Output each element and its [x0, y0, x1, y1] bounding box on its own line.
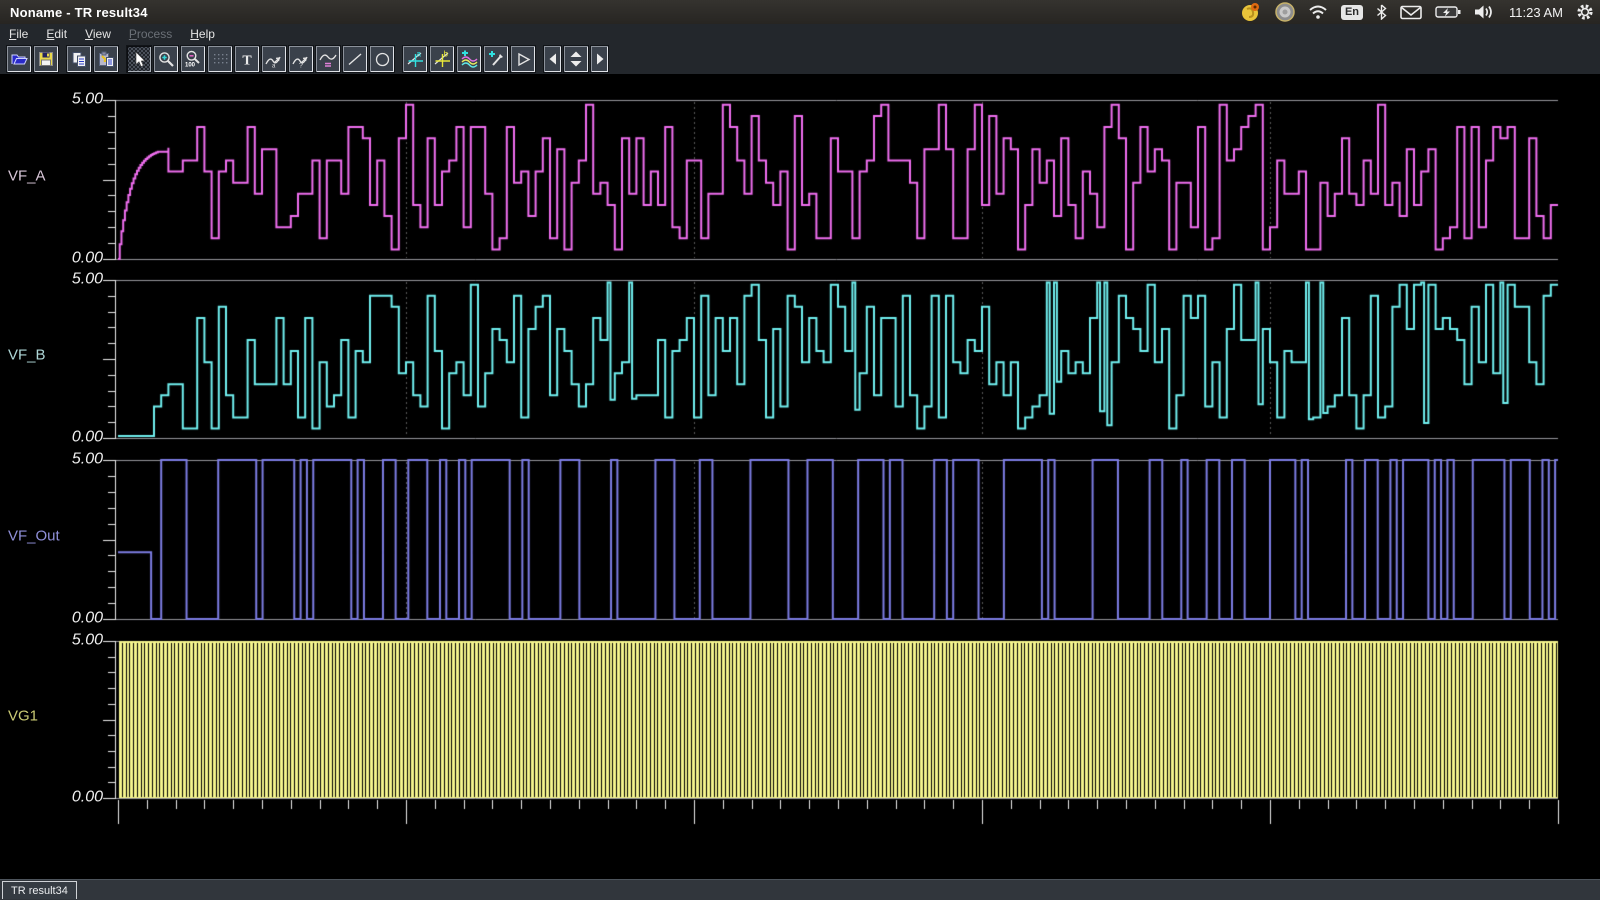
keyboard-layout-indicator[interactable]: En: [1341, 5, 1363, 20]
curve-equals-button[interactable]: [315, 45, 341, 73]
trace-label-vg1: VG1: [8, 707, 38, 724]
save-button[interactable]: [33, 45, 59, 73]
battery-icon[interactable]: [1435, 2, 1461, 22]
ellipse-tool-button[interactable]: [369, 45, 395, 73]
mail-icon[interactable]: [1400, 2, 1422, 22]
session-gear-icon[interactable]: [1576, 2, 1594, 22]
copy-button[interactable]: [66, 45, 92, 73]
trace-label-vf_out: VF_Out: [8, 527, 60, 544]
svg-text:?: ?: [299, 62, 303, 68]
curve-query-button[interactable]: ?: [288, 45, 314, 73]
bluetooth-icon[interactable]: [1376, 2, 1387, 22]
open-button[interactable]: [6, 45, 32, 73]
menu-view[interactable]: View: [76, 25, 120, 43]
y-tick-label: 0.00: [39, 610, 103, 628]
window-title: Noname - TR result34: [10, 5, 148, 20]
y-tick-label: 5.00: [39, 91, 103, 109]
plot-area: VF_A 5.00 0.00 VF_B 5.00 0.00 VF_Out 5.00 0.00 VG…: [0, 74, 1600, 879]
y-tick-label: 0.00: [39, 250, 103, 268]
result-tab[interactable]: TR result34: [2, 881, 77, 899]
nav-left-button[interactable]: [543, 45, 562, 73]
y-tick-label: 5.00: [39, 451, 103, 469]
text-tool-button[interactable]: T: [234, 45, 260, 73]
tray-clock[interactable]: 11:23 AM: [1509, 5, 1563, 20]
zoom-in-button[interactable]: [153, 45, 179, 73]
app-window: Noname - TR result34 En: [0, 0, 1600, 900]
title-bar[interactable]: Noname - TR result34 En: [0, 0, 1600, 25]
nav-spin-button[interactable]: [563, 45, 589, 73]
toolbar: 100 T a: [0, 44, 1600, 75]
probe-plus-button[interactable]: [483, 45, 509, 73]
svg-text:T: T: [242, 53, 252, 68]
menu-file[interactable]: File: [0, 25, 37, 43]
line-tool-button[interactable]: [342, 45, 368, 73]
status-bar: TR result34: [0, 879, 1600, 900]
app-silver-icon[interactable]: [1275, 2, 1295, 22]
paste-button[interactable]: [93, 45, 119, 73]
svg-text:a: a: [416, 50, 421, 59]
menu-process: Process: [120, 25, 181, 43]
select-cursor-button[interactable]: [126, 45, 152, 73]
cursor-b-button[interactable]: b: [429, 45, 455, 73]
y-tick-label: 5.00: [39, 271, 103, 289]
volume-icon[interactable]: [1474, 2, 1496, 22]
trace-label-vf_a: VF_A: [8, 167, 46, 184]
y-tick-label: 0.00: [39, 429, 103, 447]
cursor-a-button[interactable]: a: [402, 45, 428, 73]
curve-arrow-button[interactable]: a: [261, 45, 287, 73]
waveform-plot-canvas[interactable]: [0, 74, 1600, 879]
add-curves-button[interactable]: [456, 45, 482, 73]
menu-bar: FileEditViewProcessHelp: [0, 24, 1600, 45]
y-tick-label: 0.00: [39, 789, 103, 807]
menu-help[interactable]: Help: [181, 25, 224, 43]
trace-label-vf_b: VF_B: [8, 347, 46, 364]
nav-right-button[interactable]: [590, 45, 609, 73]
wifi-icon[interactable]: [1308, 2, 1328, 22]
svg-text:100: 100: [185, 63, 196, 69]
svg-text:a: a: [272, 63, 276, 68]
menu-edit[interactable]: Edit: [37, 25, 76, 43]
app-yellow-icon[interactable]: [1240, 2, 1262, 22]
grid-button[interactable]: [207, 45, 233, 73]
system-tray: En: [1240, 0, 1594, 24]
svg-text:b: b: [443, 50, 448, 59]
zoom-out-100-button[interactable]: 100: [180, 45, 206, 73]
play-button[interactable]: [510, 45, 536, 73]
y-tick-label: 5.00: [39, 632, 103, 650]
